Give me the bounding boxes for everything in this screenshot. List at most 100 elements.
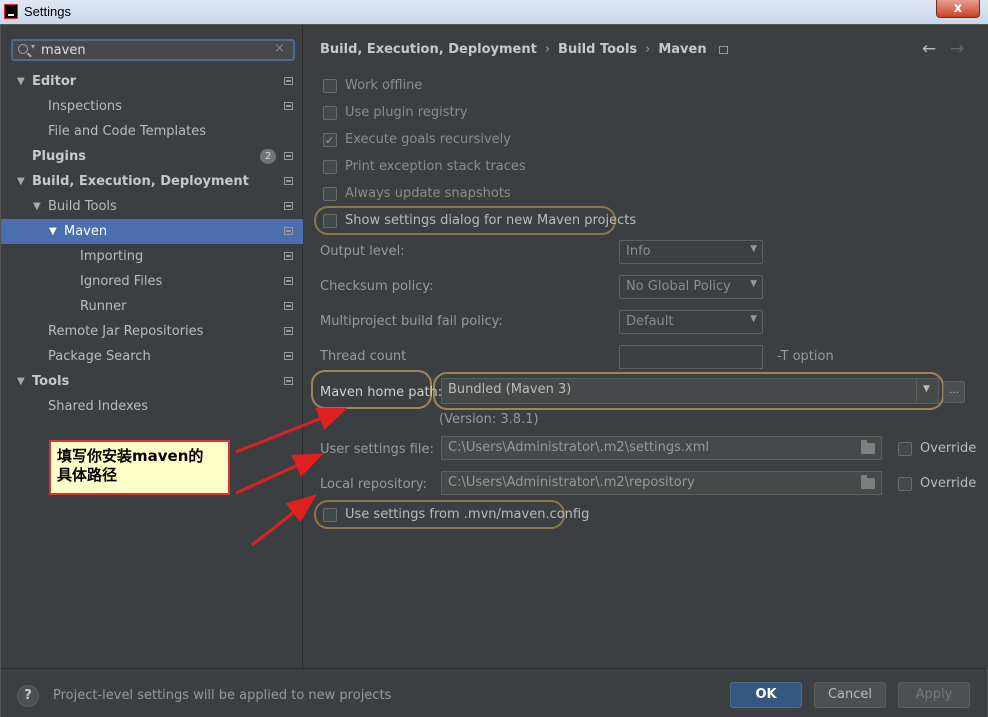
checkbox-box[interactable] [323,187,337,201]
tree-item-tools[interactable]: ▼ Tools [1,369,303,394]
intellij-app-icon [4,4,18,19]
fail-policy-label: Multiproject build fail policy: [320,314,503,329]
tree-item-importing[interactable]: Importing [1,244,303,269]
tree-item-build-tools[interactable]: ▼ Build Tools [1,194,303,219]
project-scope-icon [284,352,293,360]
breadcrumb-item: Build, Execution, Deployment [320,42,537,57]
cancel-button[interactable]: Cancel [814,682,886,708]
t-option-hint: -T option [777,349,834,364]
checkbox-label: Work offline [345,78,423,93]
title-bar: Settings x [0,0,988,24]
forward-arrow-icon[interactable]: → [950,39,964,59]
checkbox-label: Override [920,441,977,456]
back-arrow-icon[interactable]: ← [922,39,936,59]
local-repository-label: Local repository: [320,477,427,492]
checkbox-box[interactable] [323,131,337,151]
annotation-line: 填写你安装maven的 [57,447,204,465]
tree-item-label: File and Code Templates [48,124,206,139]
tree-item-label: Shared Indexes [48,399,149,414]
checkbox-box[interactable] [898,442,912,456]
settings-search-box[interactable]: ▾ × [11,39,295,61]
search-options-dropdown-icon[interactable]: ▾ [31,42,35,51]
tree-item-editor[interactable]: ▼ Editor [1,69,303,94]
search-icon [18,44,28,54]
tree-item-label: Importing [80,249,144,264]
field-value: C:\Users\Administrator\.m2\repository [448,475,695,490]
tree-item-label: Build, Execution, Deployment [32,174,249,189]
checkbox-label: Override [920,476,977,491]
folder-icon[interactable] [861,440,875,454]
tree-item-label: Package Search [48,349,151,364]
maven-home-path-label: Maven home path: [320,385,443,400]
checkbox-label: Execute goals recursively [345,132,511,147]
tree-item-label: Remote Jar Repositories [48,324,204,339]
tree-item-maven[interactable]: ▼ Maven [1,219,303,244]
project-scope-icon [284,377,293,385]
tree-item-runner[interactable]: Runner [1,294,303,319]
checkbox-box[interactable] [323,160,337,174]
help-button[interactable]: ? [17,685,39,707]
window-title: Settings [24,4,71,19]
breadcrumb-separator: › [645,42,651,57]
ok-button[interactable]: OK [730,682,802,708]
maven-settings-panel: Build, Execution, Deployment › Build Tools… [304,25,988,668]
expand-arrow-icon[interactable]: ▼ [17,369,29,394]
tree-item-plugins[interactable]: Plugins 2 [1,144,303,169]
dialog-footer: ? Project-level settings will be applied… [1,668,987,717]
tree-item-remote-jar-repositories[interactable]: Remote Jar Repositories [1,319,303,344]
checkbox-box[interactable] [323,79,337,93]
checkbox-box[interactable] [898,477,912,491]
tree-item-label: Build Tools [48,199,117,214]
select-value: Default [626,314,674,329]
tree-item-shared-indexes[interactable]: Shared Indexes [1,394,303,419]
fail-policy-select[interactable]: Default ▼ [619,310,763,334]
output-level-select[interactable]: Info ▼ [619,240,763,264]
expand-arrow-icon[interactable]: ▼ [17,69,29,94]
highlight-ring [314,500,565,529]
clear-search-icon[interactable]: × [274,41,285,56]
checksum-policy-label: Checksum policy: [320,279,434,294]
project-scope-icon [284,202,293,210]
chevron-down-icon: ▼ [750,279,757,289]
project-scope-icon [718,45,728,54]
project-scope-icon [284,102,293,110]
tree-item-ignored-files[interactable]: Ignored Files [1,269,303,294]
breadcrumb-item: Maven [658,42,707,57]
tree-item-label: Editor [32,74,77,89]
expand-arrow-icon[interactable]: ▼ [49,219,61,244]
project-scope-icon [284,327,293,335]
thread-count-label: Thread count [320,349,407,364]
highlight-ring [314,206,616,235]
project-scope-icon [284,277,293,285]
breadcrumb-separator: › [544,42,551,57]
settings-dialog: ▾ × ▼ Editor Inspections File and Code T… [0,24,988,717]
select-value: No Global Policy [626,279,731,294]
checkbox-box[interactable] [323,106,337,120]
local-repository-input[interactable]: C:\Users\Administrator\.m2\repository [441,471,882,495]
breadcrumb: Build, Execution, Deployment › Build Tools… [320,42,728,57]
checksum-policy-select[interactable]: No Global Policy ▼ [619,275,763,299]
thread-count-input[interactable] [619,345,763,369]
output-level-label: Output level: [320,244,405,259]
close-window-button[interactable]: x [936,0,980,18]
tree-item-inspections[interactable]: Inspections [1,94,303,119]
chevron-down-icon: ▼ [750,314,757,324]
user-settings-file-input[interactable]: C:\Users\Administrator\.m2\settings.xml [441,436,882,460]
settings-search-input[interactable] [41,42,271,58]
maven-version-label: (Version: 3.8.1) [439,412,539,427]
tree-item-label: Inspections [48,99,122,114]
expand-arrow-icon[interactable]: ▼ [17,169,29,194]
tree-item-label: Tools [32,374,70,389]
plugins-update-badge: 2 [260,149,276,164]
settings-sidebar: ▾ × ▼ Editor Inspections File and Code T… [1,25,303,668]
tree-item-package-search[interactable]: Package Search [1,344,303,369]
checkbox-label: Use plugin registry [345,105,468,120]
tree-item-file-and-code-templates[interactable]: File and Code Templates [1,119,303,144]
folder-icon[interactable] [861,475,875,489]
expand-arrow-icon[interactable]: ▼ [33,194,45,219]
breadcrumb-item: Build Tools [558,42,638,57]
checkbox-label: Always update snapshots [345,186,511,201]
apply-button[interactable]: Apply [898,682,970,708]
tree-item-build-execution-deployment[interactable]: ▼ Build, Execution, Deployment [1,169,303,194]
browse-button[interactable]: ... [943,381,965,403]
